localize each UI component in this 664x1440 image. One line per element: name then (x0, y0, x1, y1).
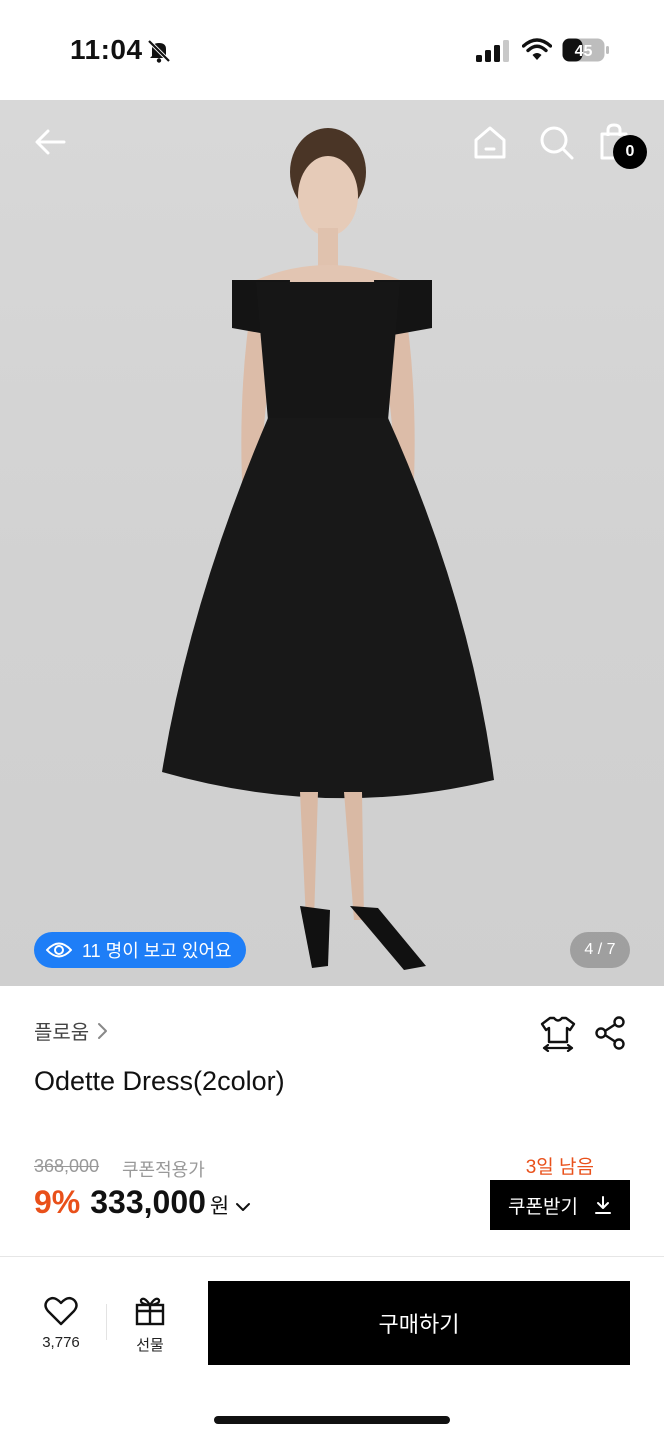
discount-rate: 9% (34, 1184, 81, 1220)
status-time: 11:04 (70, 34, 143, 65)
chevron-right-icon (98, 1022, 108, 1039)
battery-icon: 45 (562, 38, 609, 62)
download-icon (594, 1196, 611, 1214)
status-bar: 11:04 45 (0, 0, 664, 100)
brand-name: 플로움 (34, 1022, 90, 1044)
like-count: 3,776 (42, 1334, 80, 1351)
cellular-signal-icon (476, 40, 509, 62)
search-icon[interactable] (536, 122, 576, 162)
sale-price: 333,000 (90, 1184, 206, 1220)
get-coupon-button[interactable]: 쿠폰받기 (490, 1180, 630, 1230)
chevron-down-icon[interactable] (235, 1201, 251, 1213)
currency-unit: 원 (209, 1195, 230, 1218)
cart-count-badge[interactable]: 0 (613, 135, 647, 169)
brand-link[interactable]: 플로움 (34, 1016, 109, 1045)
battery-level: 45 (575, 43, 593, 60)
price-note: 쿠폰적용가 (122, 1160, 205, 1180)
original-price: 368,000 (34, 1156, 100, 1176)
heart-icon (44, 1296, 78, 1326)
viewers-text: 11 명이 보고 있어요 (82, 941, 232, 961)
product-name: Odette Dress(2color) (34, 1066, 285, 1096)
home-icon[interactable] (470, 122, 510, 162)
product-photo (162, 128, 494, 970)
image-page-indicator: 4 / 7 (570, 932, 630, 968)
coupon-button-label: 쿠폰받기 (508, 1196, 578, 1218)
coupon-days-left: 3일 남음 (525, 1157, 594, 1178)
section-divider (0, 1256, 664, 1257)
gift-button[interactable]: 선물 (124, 1294, 176, 1355)
bottom-bar-separator (106, 1304, 107, 1340)
like-button[interactable]: 3,776 (30, 1296, 92, 1351)
share-icon[interactable] (594, 1016, 626, 1050)
eye-icon (46, 942, 72, 958)
bell-off-icon (147, 39, 171, 63)
back-arrow-icon[interactable] (30, 122, 70, 162)
viewers-badge: 11 명이 보고 있어요 (34, 932, 246, 968)
size-guide-icon[interactable] (540, 1014, 576, 1052)
home-indicator (214, 1416, 450, 1424)
buy-button[interactable]: 구매하기 (208, 1281, 630, 1365)
price-row[interactable]: 9% 333,000 원 (34, 1184, 251, 1221)
product-image-carousel[interactable]: 0 11 명이 보고 있어요 4 / 7 (0, 100, 664, 986)
gift-label: 선물 (136, 1337, 164, 1354)
wifi-icon (522, 38, 552, 60)
gift-icon (135, 1297, 165, 1326)
